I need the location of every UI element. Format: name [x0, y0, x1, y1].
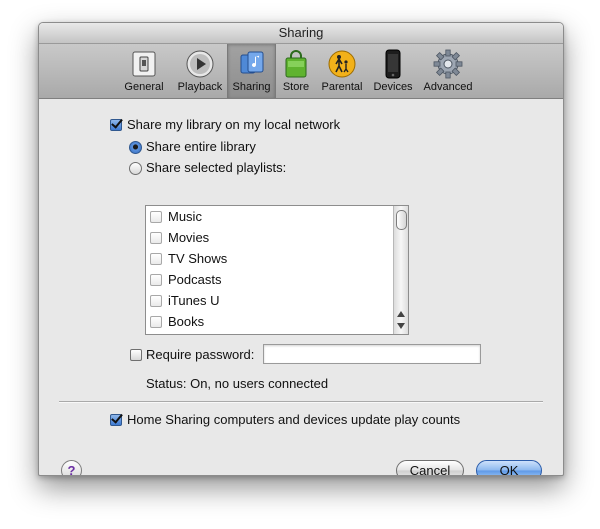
share-selected-playlists-label: Share selected playlists:: [146, 160, 287, 175]
toolbar-item-store[interactable]: Store: [279, 44, 313, 98]
toolbar-item-sharing[interactable]: Sharing: [227, 44, 276, 98]
playlist-label: iTunes U: [168, 293, 220, 308]
list-item: Books: [146, 312, 396, 333]
list-item: Music: [146, 207, 396, 228]
share-library-label: Share my library on my local network: [127, 117, 341, 132]
scroll-up-arrow-icon[interactable]: [397, 311, 405, 317]
playlist-checkbox-podcasts[interactable]: [150, 274, 162, 286]
toolbar-item-parental[interactable]: Parental: [319, 44, 365, 98]
playlist-label: Movies: [168, 230, 210, 245]
share-library-checkbox[interactable]: [110, 119, 122, 131]
password-field[interactable]: [263, 344, 481, 364]
switch-icon: [129, 49, 159, 79]
home-sharing-play-counts-label: Home Sharing computers and devices updat…: [127, 412, 461, 427]
playlist-label: Podcasts: [168, 272, 222, 287]
sharing-pane: Share my library on my local network Sha…: [39, 99, 563, 475]
shopping-bag-icon: [281, 49, 311, 79]
scrollbar-thumb[interactable]: [396, 210, 407, 230]
separator: [59, 401, 543, 403]
sharing-icon: [237, 49, 267, 79]
playlist-checkbox-music[interactable]: [150, 211, 162, 223]
cancel-button[interactable]: Cancel: [396, 460, 464, 475]
playlist-label: Music: [168, 209, 202, 224]
list-item: Podcasts: [146, 270, 396, 291]
list-item: TV Shows: [146, 249, 396, 270]
preferences-toolbar: General Playback Sharing Store Parental …: [39, 44, 563, 99]
playlists-scrollbar[interactable]: [393, 206, 408, 334]
gear-icon: [433, 49, 463, 79]
share-entire-library-radio[interactable]: [129, 141, 142, 154]
toolbar-item-playback[interactable]: Playback: [175, 44, 225, 98]
scroll-down-arrow-icon[interactable]: [397, 323, 405, 329]
help-button[interactable]: ?: [61, 460, 82, 475]
playlist-checkbox-tv-shows[interactable]: [150, 253, 162, 265]
playlist-label: Books: [168, 314, 205, 329]
toolbar-item-advanced[interactable]: Advanced: [421, 44, 475, 98]
window-title: Sharing: [39, 23, 563, 44]
playlist-checkbox-itunes-u[interactable]: [150, 295, 162, 307]
play-icon: [185, 49, 215, 79]
list-item: iTunes U: [146, 291, 396, 312]
playlist-checkbox-movies[interactable]: [150, 232, 162, 244]
playlist-label: TV Shows: [168, 251, 228, 266]
playlist-checkbox-books[interactable]: [150, 316, 162, 328]
require-password-checkbox[interactable]: [130, 349, 142, 361]
require-password-label: Require password:: [146, 347, 255, 362]
sharing-preferences-window: Sharing General Playback Sharing Store P…: [38, 22, 564, 476]
iphone-icon: [378, 49, 408, 79]
ok-button[interactable]: OK: [476, 460, 542, 475]
share-entire-library-label: Share entire library: [146, 139, 256, 154]
parental-icon: [327, 49, 357, 79]
sharing-status: Status: On, no users connected: [146, 376, 329, 391]
list-item: Movies: [146, 228, 396, 249]
share-selected-playlists-radio[interactable]: [129, 162, 142, 175]
toolbar-item-devices[interactable]: Devices: [371, 44, 415, 98]
home-sharing-play-counts-checkbox[interactable]: [110, 414, 122, 426]
toolbar-item-general[interactable]: General: [121, 44, 167, 98]
playlists-list[interactable]: Music Movies TV Shows Podcasts iTunes U …: [145, 205, 409, 335]
